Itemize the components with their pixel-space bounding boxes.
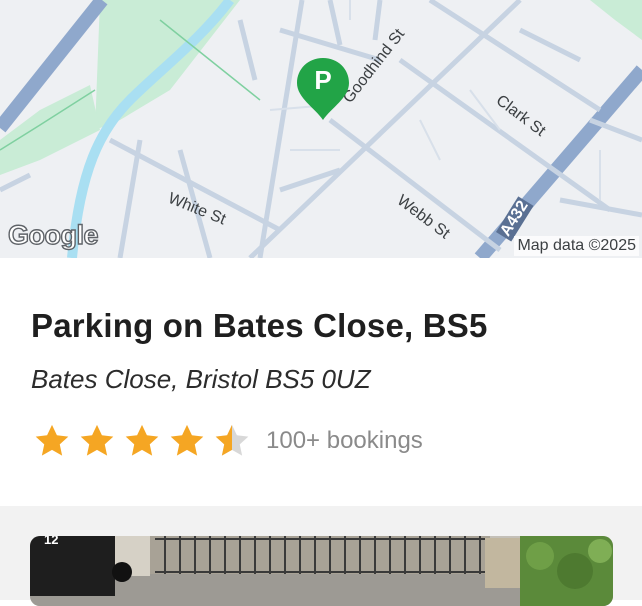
star-icon bbox=[170, 424, 204, 456]
bin-number: 12 bbox=[44, 536, 59, 547]
parking-pin-icon[interactable]: P bbox=[297, 58, 349, 122]
google-logo: Google bbox=[7, 219, 99, 250]
marker-letter: P bbox=[314, 65, 332, 95]
rating-row: 100+ bookings bbox=[33, 422, 423, 460]
star-icon bbox=[125, 424, 159, 456]
parking-photo[interactable]: 12 bbox=[30, 536, 613, 606]
map-view[interactable]: Goodhind St Clark St White St Webb St A4… bbox=[0, 0, 642, 258]
star-icon bbox=[35, 424, 69, 456]
half-star-icon bbox=[215, 424, 249, 456]
listing-info: Parking on Bates Close, BS5 Bates Close,… bbox=[0, 258, 642, 506]
map-attribution[interactable]: Map data ©2025 bbox=[514, 236, 639, 256]
photo-section: 12 bbox=[0, 506, 642, 606]
bookings-count: 100+ bookings bbox=[266, 427, 423, 454]
listing-address: Bates Close, Bristol BS5 0UZ bbox=[31, 364, 371, 394]
star-icon bbox=[80, 424, 114, 456]
listing-title: Parking on Bates Close, BS5 bbox=[31, 307, 488, 344]
